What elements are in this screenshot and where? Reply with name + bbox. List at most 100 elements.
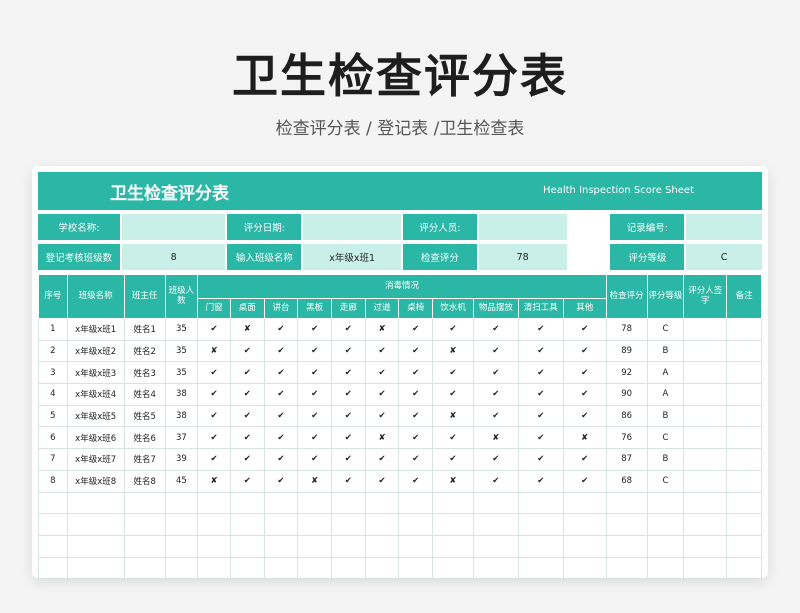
row-score[interactable]: 78 <box>605 318 648 341</box>
row-class-name[interactable]: x年级x班1 <box>66 318 125 341</box>
empty-cell[interactable] <box>330 491 366 515</box>
row-signer[interactable] <box>683 469 728 493</box>
row-check-mark[interactable]: ✔ <box>330 404 366 428</box>
row-check-mark[interactable]: ✔ <box>432 383 474 406</box>
row-check-mark[interactable]: ✔ <box>398 426 434 450</box>
row-check-mark[interactable]: ✔ <box>398 318 434 341</box>
row-class-name[interactable]: x年级x班3 <box>66 361 125 385</box>
row-check-mark[interactable]: ✔ <box>263 469 299 493</box>
empty-cell[interactable] <box>330 556 366 580</box>
empty-cell[interactable] <box>229 534 265 558</box>
empty-cell[interactable] <box>398 534 434 558</box>
row-check-mark[interactable]: ✔ <box>472 361 519 385</box>
empty-cell[interactable] <box>646 513 685 536</box>
row-check-mark[interactable]: ✔ <box>297 404 332 428</box>
empty-cell[interactable] <box>517 513 564 536</box>
empty-cell[interactable] <box>197 556 231 580</box>
row-check-mark[interactable]: ✔ <box>517 383 564 406</box>
row-check-mark[interactable]: ✔ <box>197 318 231 341</box>
row-check-mark[interactable]: ✔ <box>297 426 332 450</box>
row-check-mark[interactable]: ✔ <box>297 383 332 406</box>
empty-cell[interactable] <box>263 513 299 536</box>
row-teacher[interactable]: 姓名5 <box>123 404 166 428</box>
empty-cell[interactable] <box>364 534 400 558</box>
empty-cell[interactable] <box>562 491 607 515</box>
row-teacher[interactable]: 姓名1 <box>123 318 166 341</box>
empty-cell[interactable] <box>263 556 299 580</box>
empty-cell[interactable] <box>297 491 332 515</box>
empty-cell[interactable] <box>646 491 685 515</box>
row-check-mark[interactable]: ✔ <box>229 469 265 493</box>
row-check-mark[interactable]: ✔ <box>517 469 564 493</box>
empty-cell[interactable] <box>263 534 299 558</box>
empty-cell[interactable] <box>683 534 728 558</box>
empty-cell[interactable] <box>398 556 434 580</box>
school-field[interactable] <box>121 214 226 240</box>
row-signer[interactable] <box>683 404 728 428</box>
empty-cell[interactable] <box>66 534 125 558</box>
empty-cell[interactable] <box>517 534 564 558</box>
row-remark[interactable] <box>726 448 762 471</box>
row-check-mark[interactable]: ✔ <box>330 318 366 341</box>
row-check-mark[interactable]: ✔ <box>398 339 434 363</box>
row-score[interactable]: 76 <box>605 426 648 450</box>
empty-cell[interactable] <box>562 556 607 580</box>
row-teacher[interactable]: 姓名8 <box>123 469 166 493</box>
empty-cell[interactable] <box>123 534 166 558</box>
row-score[interactable]: 87 <box>605 448 648 471</box>
row-check-mark[interactable]: ✔ <box>517 426 564 450</box>
row-check-mark[interactable]: ✔ <box>398 404 434 428</box>
row-check-mark[interactable]: ✔ <box>330 339 366 363</box>
row-check-mark[interactable]: ✔ <box>472 448 519 471</box>
empty-cell[interactable] <box>197 513 231 536</box>
row-check-mark[interactable]: ✔ <box>229 448 265 471</box>
row-teacher[interactable]: 姓名6 <box>123 426 166 450</box>
row-check-mark[interactable]: ✘ <box>229 318 265 341</box>
row-check-mark[interactable]: ✔ <box>562 448 607 471</box>
empty-cell[interactable] <box>683 513 728 536</box>
row-remark[interactable] <box>726 469 762 493</box>
row-check-mark[interactable]: ✔ <box>517 339 564 363</box>
empty-cell[interactable] <box>330 513 366 536</box>
row-check-mark[interactable]: ✔ <box>562 318 607 341</box>
row-class-name[interactable]: x年级x班7 <box>66 448 125 471</box>
row-teacher[interactable]: 姓名4 <box>123 383 166 406</box>
empty-cell[interactable] <box>472 513 519 536</box>
row-check-mark[interactable]: ✔ <box>398 383 434 406</box>
row-check-mark[interactable]: ✔ <box>432 318 474 341</box>
empty-cell[interactable] <box>38 556 68 580</box>
empty-cell[interactable] <box>432 556 474 580</box>
empty-cell[interactable] <box>38 491 68 515</box>
empty-cell[interactable] <box>517 556 564 580</box>
row-teacher[interactable]: 姓名2 <box>123 339 166 363</box>
row-check-mark[interactable]: ✘ <box>432 469 474 493</box>
row-check-mark[interactable]: ✔ <box>263 361 299 385</box>
row-remark[interactable] <box>726 404 762 428</box>
empty-cell[interactable] <box>726 513 762 536</box>
empty-cell[interactable] <box>123 491 166 515</box>
row-class-name[interactable]: x年级x班5 <box>66 404 125 428</box>
empty-cell[interactable] <box>605 491 648 515</box>
row-check-mark[interactable]: ✔ <box>229 339 265 363</box>
row-score[interactable]: 86 <box>605 404 648 428</box>
empty-cell[interactable] <box>726 534 762 558</box>
empty-cell[interactable] <box>330 534 366 558</box>
empty-cell[interactable] <box>38 513 68 536</box>
empty-cell[interactable] <box>683 556 728 580</box>
empty-cell[interactable] <box>197 491 231 515</box>
row-check-mark[interactable]: ✔ <box>330 448 366 471</box>
row-class-size[interactable]: 37 <box>164 426 199 450</box>
row-teacher[interactable]: 姓名3 <box>123 361 166 385</box>
empty-cell[interactable] <box>38 534 68 558</box>
empty-cell[interactable] <box>229 491 265 515</box>
row-check-mark[interactable]: ✔ <box>364 361 400 385</box>
row-check-mark[interactable]: ✘ <box>432 404 474 428</box>
row-check-mark[interactable]: ✔ <box>297 448 332 471</box>
row-class-name[interactable]: x年级x班6 <box>66 426 125 450</box>
empty-cell[interactable] <box>605 513 648 536</box>
row-check-mark[interactable]: ✔ <box>432 426 474 450</box>
row-check-mark[interactable]: ✔ <box>263 426 299 450</box>
row-check-mark[interactable]: ✔ <box>197 426 231 450</box>
empty-cell[interactable] <box>263 491 299 515</box>
row-class-size[interactable]: 39 <box>164 448 199 471</box>
